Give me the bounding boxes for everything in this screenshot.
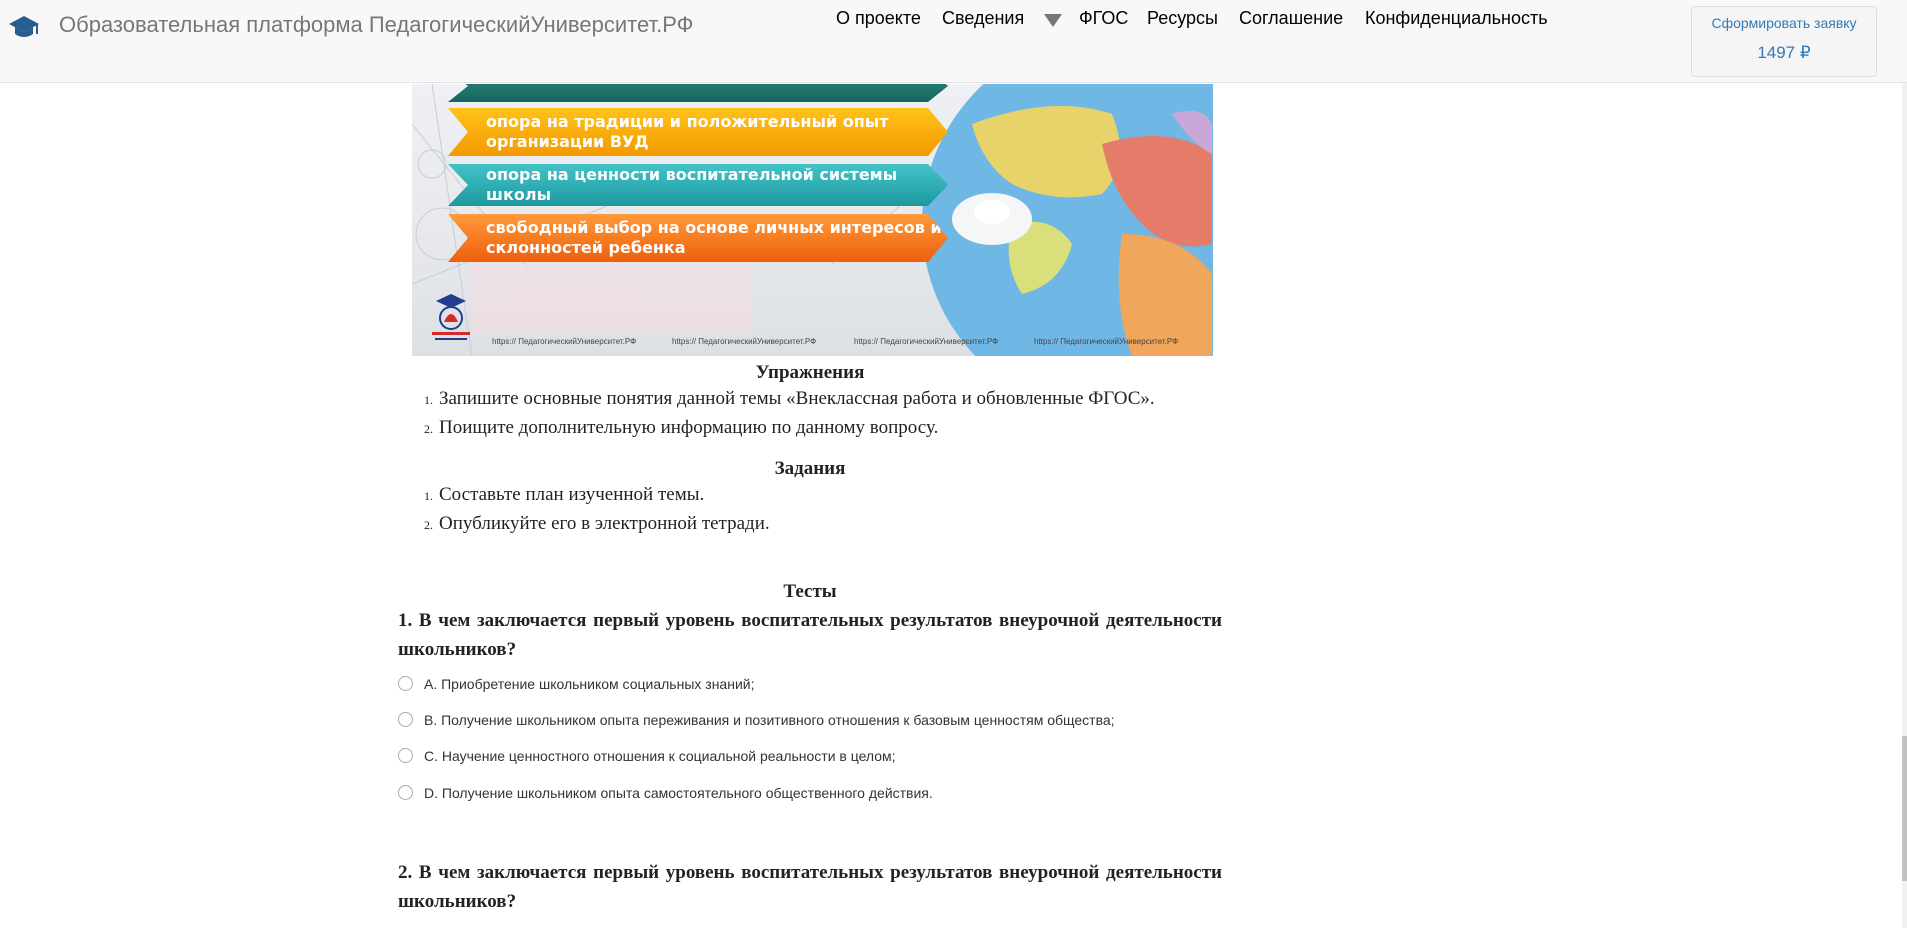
- page-scrollbar[interactable]: [1902, 0, 1907, 928]
- answer-label[interactable]: C. Научение ценностного отношения к соци…: [424, 748, 896, 764]
- brand-title[interactable]: Образовательная платформа Педагогический…: [59, 12, 693, 38]
- radio-button[interactable]: [398, 785, 413, 800]
- radio-button[interactable]: [398, 712, 413, 727]
- lesson-banner-image: опора на традиции и положительный опыт о…: [412, 84, 1213, 356]
- banner-arrow-4: свободный выбор на основе личных интерес…: [448, 214, 948, 262]
- tests-heading: Тесты: [783, 581, 837, 602]
- exercise-text: Поищите дополнительную информацию по дан…: [439, 417, 939, 438]
- order-label: Сформировать заявку: [1711, 15, 1857, 31]
- nav-privacy[interactable]: Конфиденциальность: [1365, 8, 1548, 29]
- answer-label[interactable]: A. Приобретение школьником социальных зн…: [424, 676, 754, 692]
- banner-arrow-2: опора на традиции и положительный опыт о…: [448, 108, 948, 156]
- task-text: Опубликуйте его в электронной тетради.: [439, 513, 770, 534]
- nav-fgos[interactable]: ФГОС: [1079, 8, 1128, 29]
- answer-label[interactable]: B. Получение школьником опыта переживани…: [424, 712, 1115, 728]
- question-2: 2. В чем заключается первый уровень восп…: [398, 862, 1222, 912]
- university-logo-icon: [432, 294, 470, 340]
- radio-button[interactable]: [398, 748, 413, 763]
- banner-arrow-1: [448, 84, 948, 102]
- answer-label[interactable]: D. Получение школьником опыта самостояте…: [424, 785, 933, 801]
- tasks-heading: Задания: [774, 458, 846, 479]
- exercises-heading: Упражнения: [755, 362, 865, 383]
- scrollbar-thumb[interactable]: [1902, 736, 1907, 881]
- nav-resources[interactable]: Ресурсы: [1147, 8, 1218, 29]
- chevron-down-icon[interactable]: [1044, 14, 1062, 27]
- exercise-text: Запишите основные понятия данной темы «В…: [439, 388, 1155, 409]
- order-price: 1497 ₽: [1757, 43, 1811, 62]
- radio-button[interactable]: [398, 676, 413, 691]
- question-1: 1. В чем заключается первый уровень восп…: [398, 610, 1222, 660]
- nav-info[interactable]: Сведения: [942, 8, 1024, 29]
- task-text: Составьте план изученной темы.: [439, 484, 705, 505]
- nav-about[interactable]: О проекте: [836, 8, 921, 29]
- watermark-text: https:// ПедагогическийУниверситет.РФ: [492, 337, 637, 346]
- banner-arrow-3: опора на ценности воспитательной системы…: [448, 164, 948, 206]
- watermark-text: https:// ПедагогическийУниверситет.РФ: [1034, 337, 1179, 346]
- navbar: Образовательная платформа Педагогический…: [0, 0, 1907, 83]
- watermark-text: https:// ПедагогическийУниверситет.РФ: [672, 337, 817, 346]
- order-request-button[interactable]: Сформировать заявку 1497 ₽: [1691, 6, 1877, 77]
- graduation-cap-icon[interactable]: [8, 14, 40, 40]
- watermark-text: https:// ПедагогическийУниверситет.РФ: [854, 337, 999, 346]
- nav-agreement[interactable]: Соглашение: [1239, 8, 1343, 29]
